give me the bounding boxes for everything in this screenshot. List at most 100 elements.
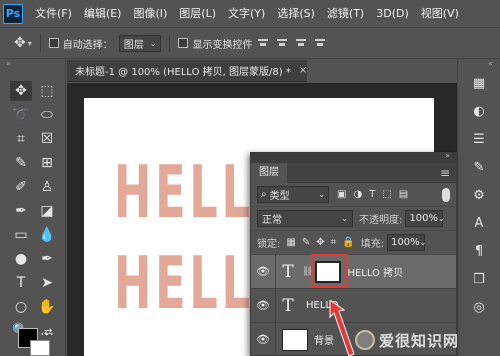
lasso-tool-icon[interactable]: ➰ <box>10 105 32 125</box>
layer-kind-filter[interactable]: ⌕ 类型 ⌄ <box>257 186 329 203</box>
visibility-eye-icon[interactable]: 👁 <box>251 299 275 312</box>
marquee-tool-icon[interactable]: ⬚ <box>36 81 58 101</box>
move-tool-preset-icon[interactable]: ✥ <box>14 35 26 51</box>
brush-tool-icon[interactable]: ✐ <box>10 177 32 197</box>
auto-select-label: 自动选择： <box>62 39 113 51</box>
auto-select-checkbox[interactable] <box>48 38 59 48</box>
channels-panel-icon[interactable]: ◎ <box>468 297 490 317</box>
move-tool-icon[interactable]: ✥ <box>10 81 32 101</box>
menu-bar: Ps 文件(F) 编辑(E) 图像(I) 图层(L) 文字(Y) 选择(S) 滤… <box>0 0 500 27</box>
spot-healing-tool-icon[interactable]: ⊞ <box>36 153 58 173</box>
menu-type[interactable]: 文字(Y) <box>222 0 271 27</box>
clone-stamp-tool-icon[interactable]: ♙ <box>36 177 58 197</box>
gradient-tool-icon[interactable]: ▭ <box>10 225 32 245</box>
panel-menu-icon[interactable]: ≡ <box>440 166 450 180</box>
smart-object-filter-icon[interactable]: ▤ <box>399 189 408 200</box>
pen-tool-icon[interactable]: ✒ <box>36 249 58 269</box>
hand-tool-icon[interactable]: ✋ <box>36 297 58 317</box>
menu-view[interactable]: 视图(V) <box>415 0 465 27</box>
panel-dock: « ▦ ◐ ☰ ✎ ⚙ A ¶ ❒ ◎ <box>457 59 500 356</box>
align-left-icon[interactable] <box>315 38 326 48</box>
opacity-field[interactable]: 100% ⌄ <box>405 210 445 227</box>
layer-kind-value: 类型 <box>269 191 290 202</box>
layer-row-hello-copy[interactable]: 👁 T ⛓ HELLO 拷贝 <box>251 254 456 289</box>
align-controls <box>258 38 326 48</box>
layers-panel-icon[interactable]: ❒ <box>468 269 490 289</box>
character-panel-icon[interactable]: A <box>468 213 490 233</box>
layer-name[interactable]: HELLO 拷贝 <box>347 264 403 279</box>
history-brush-tool-icon[interactable]: ✒ <box>10 201 32 221</box>
ellipse-tool-icon[interactable]: ○ <box>10 297 32 317</box>
blend-row: 正常 ⌄ 不透明度: 100% ⌄ <box>251 207 456 231</box>
swap-colors-icon[interactable]: ⇄ <box>44 327 52 338</box>
blend-mode-dropdown[interactable]: 正常 ⌄ <box>257 210 353 227</box>
lock-position-icon[interactable]: ✥ <box>316 237 324 248</box>
type-layer-icon: T <box>282 295 294 316</box>
adjustments-panel-icon[interactable]: ☰ <box>468 129 490 149</box>
show-transform-checkbox[interactable] <box>178 38 189 48</box>
document-tab[interactable]: 未标题-1 @ 100% (HELLO 拷贝, 图层蒙版/8) * × <box>67 60 307 82</box>
chevron-down-icon: ⌄ <box>419 238 427 247</box>
show-transform-label: 显示变换控件 <box>192 39 253 51</box>
auto-select-dropdown[interactable]: 图层 ⌄ <box>118 34 162 52</box>
crop-tool-icon[interactable]: ⌗ <box>10 129 32 149</box>
layer-filter-row: ⌕ 类型 ⌄ ▣ ◑ T ⬚ ▤ <box>251 183 456 207</box>
background-color-swatch[interactable] <box>30 340 50 356</box>
divider <box>39 34 41 52</box>
lock-all-icon[interactable]: 🔒 <box>342 237 354 248</box>
color-panel-icon[interactable]: ◐ <box>468 101 490 121</box>
dodge-tool-icon[interactable]: ● <box>10 249 32 269</box>
properties-panel-icon[interactable]: ⚙ <box>468 185 490 205</box>
opacity-label: 不透明度: <box>359 215 403 226</box>
watermark-text: 爱很知识网 <box>379 331 460 350</box>
lock-row: 锁定: ▦ ✎ ✥ ⌗ 🔒 填充: 100% ⌄ <box>251 231 456 255</box>
paragraph-panel-icon[interactable]: ¶ <box>468 241 490 261</box>
menu-image[interactable]: 图像(I) <box>127 0 173 27</box>
lock-label: 锁定: <box>257 239 281 250</box>
eraser-tool-icon[interactable]: ◪ <box>36 201 58 221</box>
lock-pixels-icon[interactable]: ✎ <box>302 237 310 248</box>
menu-file[interactable]: 文件(F) <box>29 0 78 27</box>
lock-artboard-icon[interactable]: ⌗ <box>331 237 337 248</box>
chevron-down-icon: ⌄ <box>341 214 348 223</box>
visibility-eye-icon[interactable]: 👁 <box>251 333 275 346</box>
blur-tool-icon[interactable]: 💧 <box>36 225 58 245</box>
layers-panel-header: 图层 ≡ <box>251 162 456 183</box>
align-middle-icon[interactable] <box>277 38 288 48</box>
filter-toggle[interactable] <box>442 187 450 202</box>
path-select-tool-icon[interactable]: ➤ <box>36 273 58 293</box>
close-icon[interactable]: × <box>299 65 307 76</box>
tools-panel: » ✥ ⬚ ➰ ⬭ ⌗ ☒ ✎ ⊞ ✐ ♙ ✒ ◪ ▭ 💧 ● ✒ T ➤ ○ … <box>0 59 66 356</box>
lock-transparency-icon[interactable]: ▦ <box>286 237 295 248</box>
shape-filter-icon[interactable]: ⬚ <box>382 189 391 200</box>
panel-grip[interactable]: » <box>251 151 456 163</box>
watermark: 爱很知识网 <box>355 328 495 352</box>
adjustment-filter-icon[interactable]: ◑ <box>353 189 362 200</box>
menu-filter[interactable]: 滤镜(T) <box>321 0 370 27</box>
visibility-eye-icon[interactable]: 👁 <box>251 265 275 278</box>
frame-tool-icon[interactable]: ☒ <box>36 129 58 149</box>
tab-layers[interactable]: 图层 <box>251 162 287 183</box>
collapse-icon[interactable]: « <box>488 59 493 68</box>
pixel-filter-icon[interactable]: ▣ <box>337 189 346 200</box>
brush-panel-icon[interactable]: ✎ <box>468 157 490 177</box>
menu-3d[interactable]: 3D(D) <box>370 0 415 27</box>
fill-label: 填充: <box>360 239 385 250</box>
menu-layer[interactable]: 图层(L) <box>173 0 222 27</box>
history-panel-icon[interactable]: ▦ <box>468 73 490 93</box>
align-bottom-icon[interactable] <box>296 38 307 48</box>
collapse-icon[interactable]: » <box>445 151 450 160</box>
type-filter-icon[interactable]: T <box>369 189 375 200</box>
background-thumbnail <box>282 328 308 351</box>
fill-field[interactable]: 100% ⌄ <box>387 234 427 251</box>
chevron-down-icon[interactable]: ▾ <box>28 39 32 48</box>
menu-select[interactable]: 选择(S) <box>271 0 321 27</box>
menu-edit[interactable]: 编辑(E) <box>78 0 128 27</box>
type-tool-icon[interactable]: T <box>10 273 32 293</box>
quick-select-tool-icon[interactable]: ⬭ <box>36 105 58 125</box>
auto-select-value: 图层 <box>123 39 144 51</box>
options-bar: ✥ ▾ 自动选择： 图层 ⌄ 显示变换控件 <box>0 27 500 59</box>
collapse-icon[interactable]: » <box>6 59 11 68</box>
eyedropper-tool-icon[interactable]: ✎ <box>10 153 32 173</box>
align-top-icon[interactable] <box>258 38 269 48</box>
